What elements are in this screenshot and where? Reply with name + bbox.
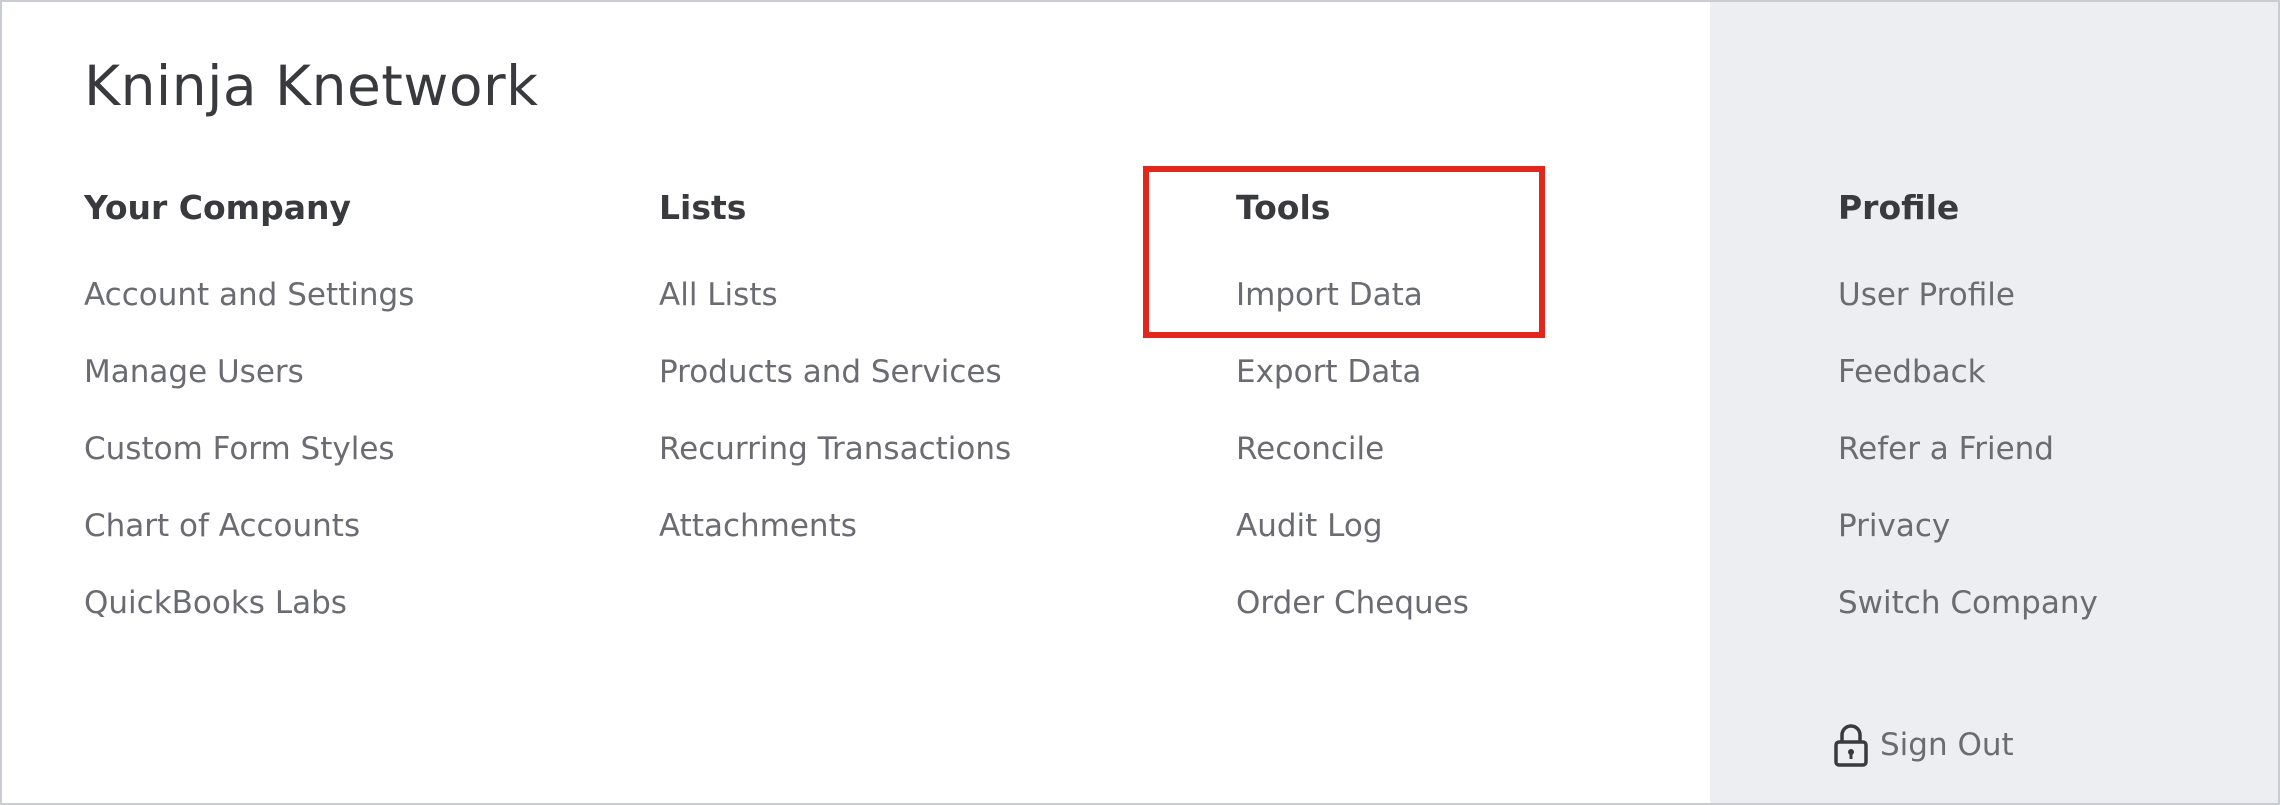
menu-item-audit-log[interactable]: Audit Log [1236,508,1383,544]
section-heading-lists: Lists [659,188,747,227]
menu-item-attachments[interactable]: Attachments [659,508,857,544]
menu-item-export-data[interactable]: Export Data [1236,354,1421,390]
highlight-box [1143,166,1545,338]
menu-item-privacy[interactable]: Privacy [1838,508,1950,544]
menu-item-quickbooks-labs[interactable]: QuickBooks Labs [84,585,347,621]
menu-item-manage-users[interactable]: Manage Users [84,354,304,390]
menu-item-chart-of-accounts[interactable]: Chart of Accounts [84,508,360,544]
menu-item-refer-a-friend[interactable]: Refer a Friend [1838,431,2054,467]
profile-panel [1710,2,2278,803]
menu-item-account-and-settings[interactable]: Account and Settings [84,277,414,313]
menu-item-custom-form-styles[interactable]: Custom Form Styles [84,431,395,467]
lock-icon [1832,722,1870,768]
menu-item-user-profile[interactable]: User Profile [1838,277,2015,313]
menu-item-feedback[interactable]: Feedback [1838,354,1986,390]
menu-item-all-lists[interactable]: All Lists [659,277,778,313]
section-heading-profile: Profile [1838,188,1960,227]
sign-out-button[interactable]: Sign Out [1832,722,2014,768]
company-name: Kninja Knetwork [84,54,539,118]
menu-item-reconcile[interactable]: Reconcile [1236,431,1384,467]
sign-out-label: Sign Out [1880,727,2014,763]
section-heading-your-company: Your Company [84,188,351,227]
menu-item-order-cheques[interactable]: Order Cheques [1236,585,1469,621]
menu-item-products-and-services[interactable]: Products and Services [659,354,1002,390]
menu-item-recurring-transactions[interactable]: Recurring Transactions [659,431,1011,467]
settings-menu: Kninja Knetwork Your Company Account and… [0,0,2280,805]
menu-item-switch-company[interactable]: Switch Company [1838,585,2098,621]
